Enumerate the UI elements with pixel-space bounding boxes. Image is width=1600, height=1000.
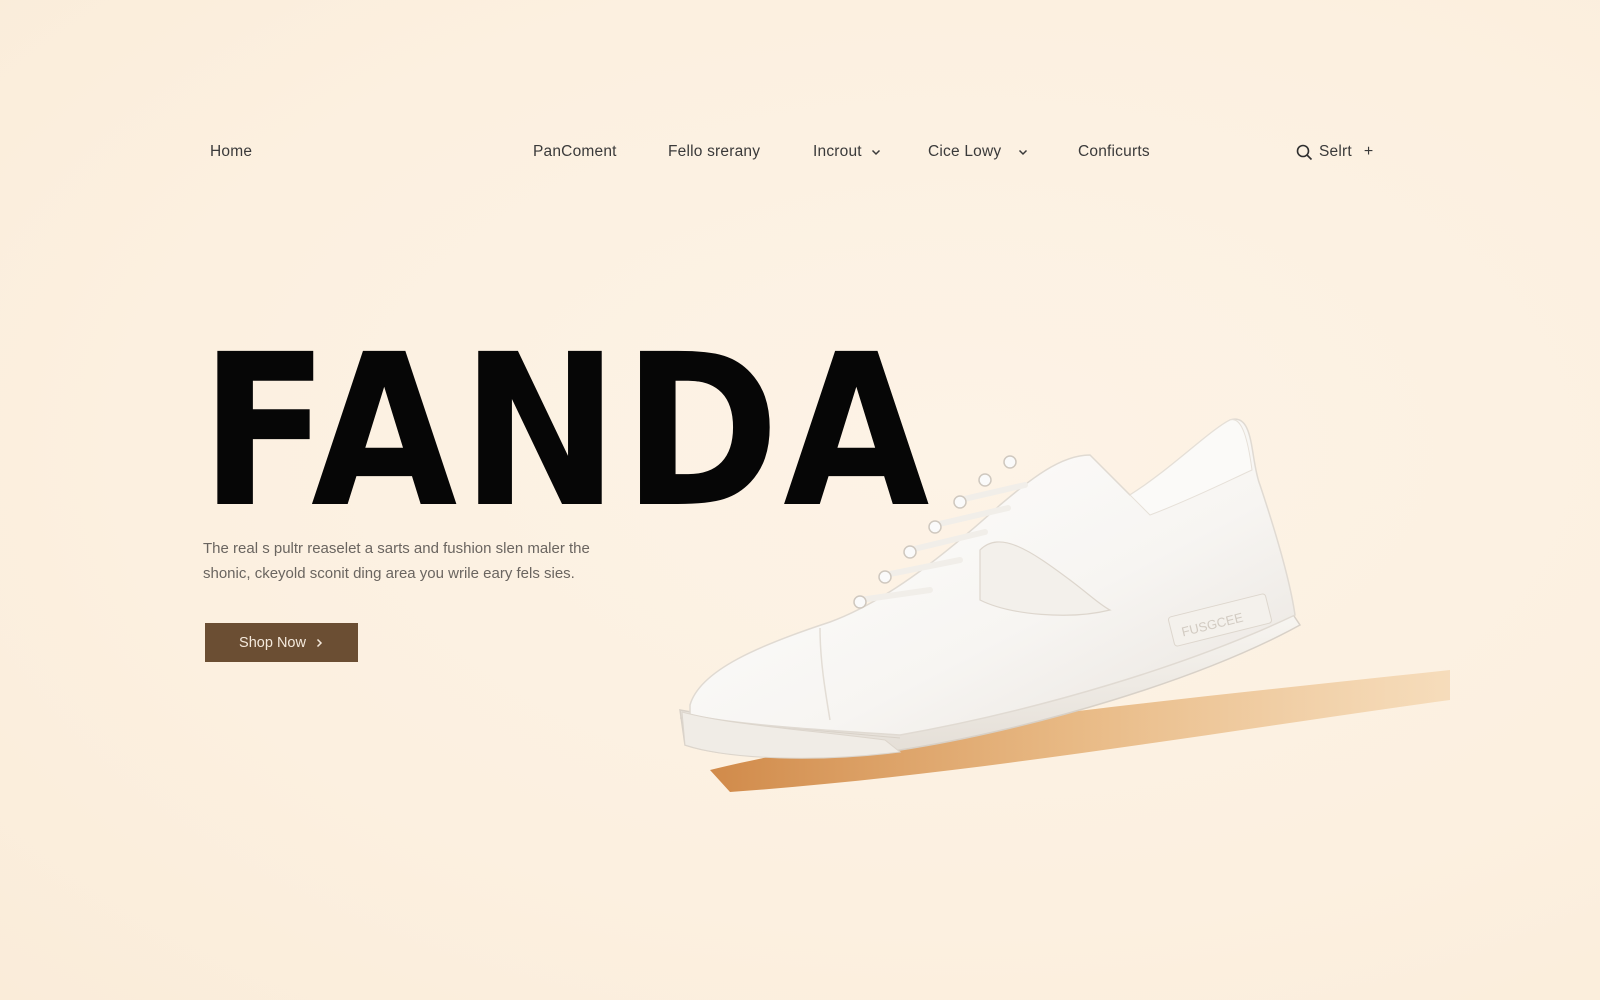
hero-description-line: shonic, ckeyold sconit ding area you wri…	[203, 565, 575, 582]
sneaker-product-image: FUSGCEE	[679, 418, 1450, 792]
nav-item-fello-srerany[interactable]: Fello srerany	[668, 143, 760, 161]
search-icon	[1296, 144, 1313, 160]
nav-item-incrout[interactable]: Incrout	[813, 143, 882, 161]
nav-item-label: Conficurts	[1078, 143, 1150, 160]
nav-item-cice-lowy[interactable]: Cice Lowy	[928, 143, 1029, 161]
nav-item-label: Incrout	[813, 143, 862, 160]
nav-search[interactable]: Selrt +	[1296, 143, 1373, 161]
chevron-down-icon	[871, 149, 880, 156]
landing-page: Home PanComent Fello srerany Incrout Cic…	[0, 0, 1600, 1000]
plus-icon[interactable]: +	[1364, 143, 1374, 161]
chevron-down-icon	[1019, 149, 1028, 156]
hero-description: The real s pultr reaselet a sarts and fu…	[203, 536, 643, 586]
chevron-right-icon	[316, 638, 323, 647]
hero-description-line: The real s pultr reaselet a sarts and fu…	[203, 540, 590, 557]
nav-home[interactable]: Home	[210, 143, 252, 161]
nav-item-label: PanComent	[533, 143, 617, 160]
nav-item-label: Cice Lowy	[928, 143, 1002, 160]
nav-item-label: Fello srerany	[668, 143, 761, 160]
search-label: Selrt	[1319, 143, 1352, 160]
shop-now-label: Shop Now	[239, 634, 306, 651]
nav-home-label: Home	[210, 143, 253, 160]
nav-item-conficurts[interactable]: Conficurts	[1078, 143, 1150, 161]
shop-now-button[interactable]: Shop Now	[205, 623, 358, 662]
nav-item-pancoment[interactable]: PanComent	[533, 143, 617, 161]
top-nav: Home PanComent Fello srerany Incrout Cic…	[0, 138, 1600, 168]
